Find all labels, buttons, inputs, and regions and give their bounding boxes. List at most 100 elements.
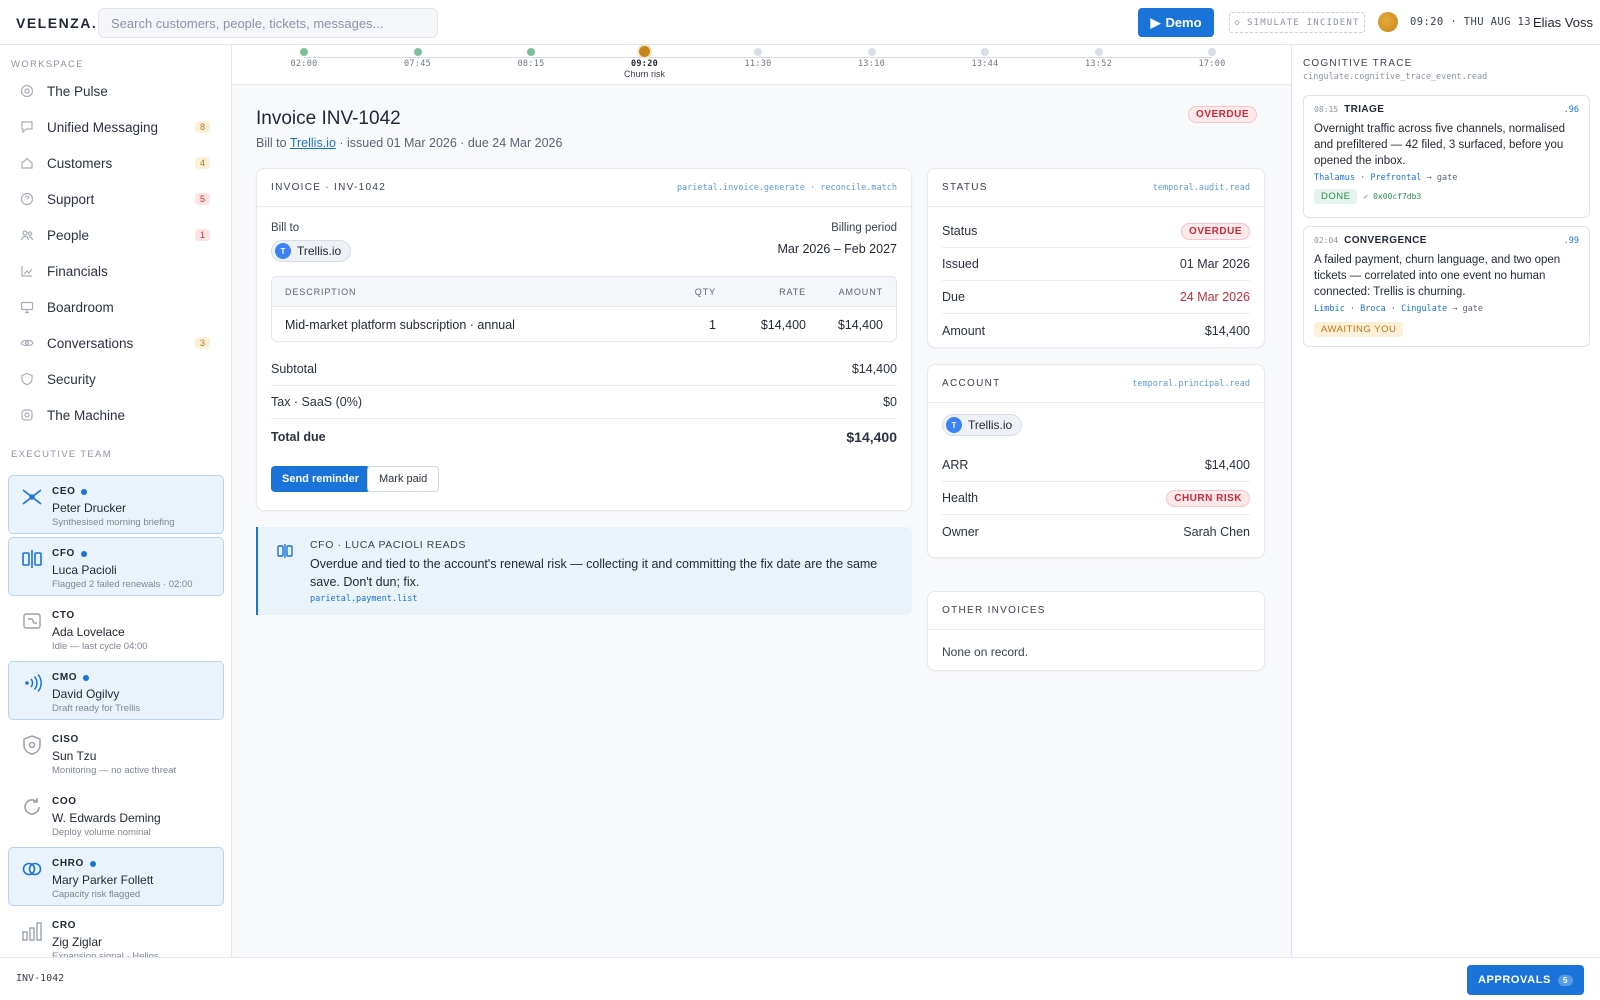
amount-row: Amount $14,400 <box>942 314 1250 347</box>
main-content: Invoice INV-1042 Bill to Trellis.io · is… <box>232 86 1291 957</box>
approvals-button[interactable]: APPROVALS 5 <box>1467 965 1584 995</box>
exec-role: CISO <box>52 734 79 745</box>
sidebar: WORKSPACE The Pulse Unified Messaging 8 Cus… <box>0 45 232 957</box>
row-label: Amount <box>942 323 986 338</box>
timeline-dot <box>867 48 876 56</box>
exec-card-ceo[interactable]: CEO Peter Drucker Synthesised morning brie… <box>8 475 224 534</box>
simulate-incident-button[interactable]: ◇ SIMULATE INCIDENT <box>1229 12 1365 33</box>
clock: 09:20 · THU AUG 13 <box>1410 16 1531 28</box>
empty-state: None on record. <box>942 645 1029 659</box>
sidebar-item-label: People <box>47 227 90 243</box>
sidebar-item-financials[interactable]: Financials <box>8 256 214 286</box>
exec-status: Flagged 2 failed renewals · 02:00 <box>52 579 193 590</box>
event-score: .96 <box>1563 104 1579 115</box>
line-qty: 1 <box>709 317 716 332</box>
sidebar-item-unified-messaging[interactable]: Unified Messaging 8 <box>8 112 214 142</box>
sidebar-item-security[interactable]: Security <box>8 364 214 394</box>
sidebar-item-the-machine[interactable]: The Machine <box>8 400 214 430</box>
exec-name: Ada Lovelace <box>52 625 125 639</box>
timeline-event[interactable]: 08:15 <box>501 45 561 69</box>
exec-card-chro[interactable]: CHRO Mary Parker Follett Capacity risk fla… <box>8 847 224 906</box>
customer-link[interactable]: Trellis.io <box>290 136 336 150</box>
chain-step[interactable]: Broca <box>1360 304 1386 314</box>
timeline-event[interactable]: 07:45 <box>388 45 448 69</box>
timeline-event[interactable]: 09:20 Churn risk <box>615 45 675 79</box>
exec-role: COO <box>52 796 77 807</box>
event-status-badge: AWAITING YOU <box>1314 322 1404 337</box>
exec-card-cro[interactable]: CRO Zig Ziglar Expansion signal · Helios <box>8 909 224 957</box>
status-card-tag: temporal.audit.read <box>1152 182 1250 193</box>
demo-button[interactable]: ▶ Demo <box>1138 8 1214 37</box>
arr-row: ARR $14,400 <box>942 449 1250 482</box>
timeline-event[interactable]: 13:10 <box>842 45 902 69</box>
chain-gate: → gate <box>1452 304 1483 314</box>
workspace-section-title: WORKSPACE <box>11 59 84 70</box>
billing-period: Mar 2026 – Feb 2027 <box>777 242 897 256</box>
owner-row: Owner Sarah Chen <box>942 515 1250 548</box>
chain-gate: → gate <box>1426 173 1458 183</box>
exec-card-cto[interactable]: CTO Ada Lovelace Idle — last cycle 04:00 <box>8 599 224 658</box>
exec-card-cmo[interactable]: CMO David Ogilvy Draft ready for Trellis <box>8 661 224 720</box>
sidebar-item-people[interactable]: People 1 <box>8 220 214 250</box>
mark-paid-button[interactable]: Mark paid <box>367 466 440 492</box>
app-logo[interactable]: VELENZA. <box>16 15 97 31</box>
column-header: RATE <box>779 286 806 297</box>
sidebar-item-boardroom[interactable]: Boardroom <box>8 292 214 322</box>
cfo-note-tag: parietal.payment.list <box>310 594 418 604</box>
chain-step[interactable]: Limbic <box>1314 304 1345 314</box>
invoice-card-title: INVOICE · INV-1042 <box>271 182 387 193</box>
sidebar-item-customers[interactable]: Customers 4 <box>8 148 214 178</box>
customer-avatar: T <box>275 243 291 259</box>
people-icon <box>20 228 34 242</box>
exec-card-cfo[interactable]: CFO Luca Pacioli Flagged 2 failed renewals… <box>8 537 224 596</box>
breadcrumb: INV-1042 <box>16 973 65 984</box>
exec-name: Peter Drucker <box>52 501 127 515</box>
send-reminder-button[interactable]: Send reminder <box>271 466 371 492</box>
timeline-event[interactable]: 13:44 <box>955 45 1015 69</box>
column-header: QTY <box>694 286 716 297</box>
event-chain: Limbic · Broca · Cingulate → gate <box>1314 304 1483 314</box>
chain-step[interactable]: Prefrontal <box>1370 173 1421 183</box>
timeline-dot <box>413 48 422 56</box>
exec-card-coo[interactable]: COO W. Edwards Deming Deploy volume nomina… <box>8 785 224 844</box>
timeline-dot <box>1208 48 1216 56</box>
chain-step[interactable]: Cingulate <box>1401 304 1447 314</box>
event-status-badge: DONE <box>1314 189 1358 204</box>
sidebar-item-the-pulse[interactable]: The Pulse <box>8 76 214 106</box>
trace-event-card[interactable]: 02:04 CONVERGENCE .99 A failed payment, … <box>1303 226 1590 347</box>
row-label: Issued <box>942 257 979 271</box>
exec-card-ciso[interactable]: CISO Sun Tzu Monitoring — no active threat <box>8 723 224 782</box>
timeline-event[interactable]: 17:00 <box>1182 45 1242 69</box>
live-indicator <box>89 860 96 867</box>
arr-value: $14,400 <box>1204 458 1250 472</box>
timeline-event[interactable]: 11:30 <box>728 45 788 69</box>
exec-role: CHRO <box>52 858 84 869</box>
timeline-event[interactable]: 13:52 <box>1069 45 1129 69</box>
sidebar-item-support[interactable]: Support 5 <box>8 184 214 214</box>
column-header: DESCRIPTION <box>285 286 357 297</box>
bars-icon <box>21 920 43 942</box>
system-status-indicator[interactable] <box>1378 12 1398 32</box>
invoice-dates: · issued 01 Mar 2026 · due 24 Mar 2026 <box>339 136 563 150</box>
status-card: STATUS temporal.audit.read Status OVERDU… <box>927 168 1265 348</box>
account-avatar: T <box>946 417 962 433</box>
trace-event-card[interactable]: 08:15 TRIAGE .96 Overnight traffic acros… <box>1303 95 1590 218</box>
account-chip[interactable]: T Trellis.io <box>942 414 1023 436</box>
sidebar-item-conversations[interactable]: Conversations 3 <box>8 328 214 358</box>
customer-chip[interactable]: T Trellis.io <box>271 240 352 262</box>
exec-status: Draft ready for Trellis <box>52 703 141 714</box>
exec-role: CFO <box>52 548 75 559</box>
table-row[interactable]: Mid-market platform subscription · annua… <box>272 307 896 341</box>
timeline-event[interactable]: 02:00 <box>274 45 334 69</box>
approvals-label: APPROVALS <box>1477 974 1551 986</box>
help-icon <box>20 192 34 206</box>
event-timeline: 02:00 07:45 08:15 09:20 Churn risk 11:30 13:10… <box>232 45 1291 85</box>
exec-name: Luca Pacioli <box>52 563 117 577</box>
timeline-dot <box>981 48 989 56</box>
user-menu[interactable]: Elias Voss <box>1533 15 1593 30</box>
account-card-tag: temporal.principal.read <box>1132 378 1250 389</box>
exec-name: W. Edwards Deming <box>52 811 161 825</box>
search-input[interactable] <box>98 8 438 38</box>
eye-icon <box>20 336 34 350</box>
chain-step[interactable]: Thalamus <box>1314 173 1355 183</box>
